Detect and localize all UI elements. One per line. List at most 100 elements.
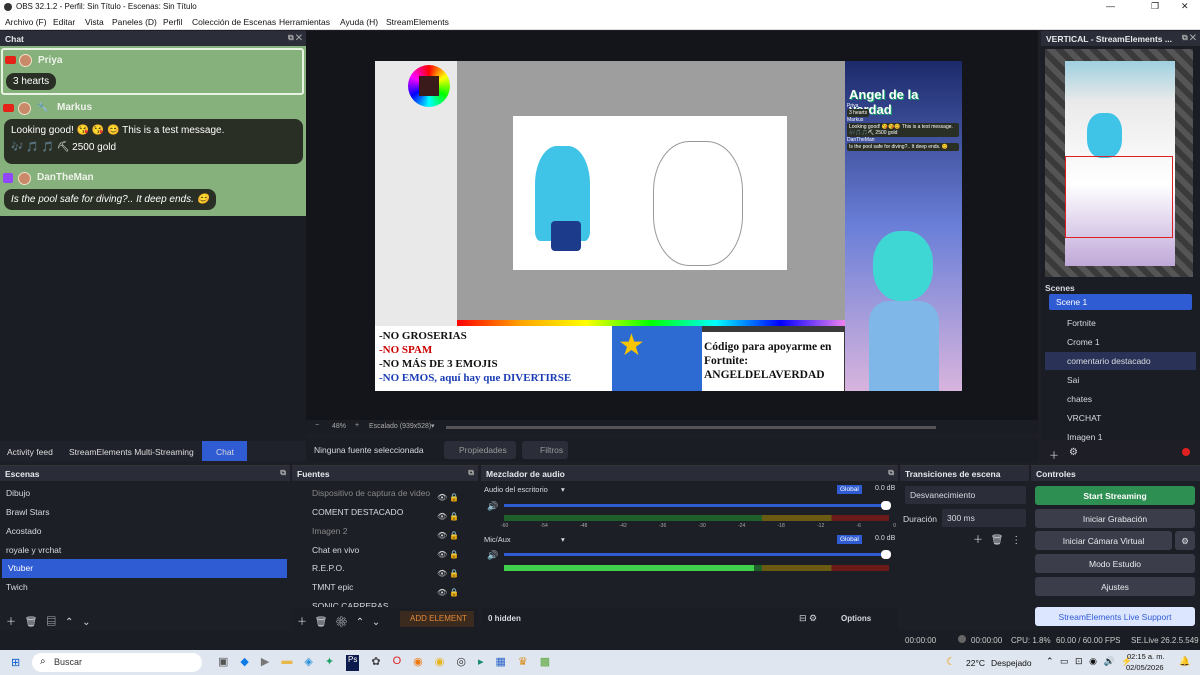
- zoom-out-button[interactable]: −: [315, 422, 319, 429]
- scene-item-selected[interactable]: Vtuber: [2, 559, 287, 578]
- scene-item[interactable]: Brawl Stars: [0, 503, 288, 521]
- scene-item[interactable]: royale y vrchat: [0, 541, 288, 559]
- obs-icon[interactable]: ◎: [456, 655, 466, 671]
- scene-controls[interactable]: ＋ 🗑 ▤ ⌃ ⌄: [6, 613, 91, 628]
- layout-icon[interactable]: ⊟ ⚙: [799, 613, 817, 624]
- transition-select[interactable]: Desvanecimiento: [905, 486, 1026, 504]
- scale-dropdown-icon[interactable]: ▾: [431, 422, 435, 430]
- transition-controls[interactable]: ＋ 🗑 ⋮: [973, 531, 1021, 546]
- app-icon[interactable]: ◈: [304, 655, 312, 671]
- gear-icon[interactable]: ⚙: [1069, 447, 1078, 458]
- dock-float-icon[interactable]: ⧉: [888, 468, 894, 478]
- clock-time[interactable]: 02:15 a. m.: [1127, 652, 1165, 661]
- settings-button[interactable]: Ajustes: [1035, 577, 1195, 596]
- weather-desc[interactable]: Despejado: [991, 658, 1032, 668]
- vertical-source-item[interactable]: chates: [1045, 390, 1196, 408]
- folder-icon[interactable]: ▬: [281, 655, 292, 671]
- menu-coleccion[interactable]: Colección de Escenas: [192, 17, 276, 27]
- tab-multistreaming[interactable]: StreamElements Multi-Streaming: [69, 447, 194, 457]
- properties-button[interactable]: Propiedades: [444, 441, 516, 459]
- source-item[interactable]: R.E.P.O.: [292, 559, 432, 577]
- channel-menu-icon[interactable]: ▾: [561, 535, 565, 544]
- maximize-button[interactable]: ❐: [1151, 1, 1159, 12]
- menu-streamelements[interactable]: StreamElements: [386, 17, 449, 27]
- volume-slider-handle[interactable]: [881, 550, 891, 559]
- vertical-source-item[interactable]: Sai: [1045, 371, 1196, 389]
- source-item[interactable]: Chat en vivo: [292, 541, 432, 559]
- menu-paneles[interactable]: Paneles (D): [112, 17, 157, 27]
- clock-date[interactable]: 02/05/2026: [1126, 663, 1164, 672]
- menu-perfil[interactable]: Perfil: [163, 17, 182, 27]
- add-element-button[interactable]: ADD ELEMENT: [400, 611, 474, 627]
- app-icon[interactable]: ▩: [540, 655, 550, 671]
- options-button[interactable]: Options: [841, 614, 871, 623]
- vertical-preview[interactable]: [1045, 49, 1193, 277]
- notification-icon[interactable]: 🔔: [1179, 656, 1190, 667]
- volume-slider[interactable]: [504, 504, 889, 507]
- source-item[interactable]: Imagen 2: [292, 522, 432, 540]
- scene-item[interactable]: Acostado: [0, 522, 288, 540]
- app-icon[interactable]: ♛: [518, 655, 528, 671]
- app-icon[interactable]: ▸: [478, 655, 484, 671]
- channel-menu-icon[interactable]: ▾: [561, 485, 565, 494]
- opera-icon[interactable]: O: [393, 655, 402, 671]
- taskbar-search[interactable]: Buscar: [32, 653, 202, 672]
- vertical-source-item[interactable]: Crome 1: [1045, 333, 1196, 351]
- vertical-source-item[interactable]: VRCHAT: [1045, 409, 1196, 427]
- live-support-button[interactable]: StreamElements Live Support: [1035, 607, 1195, 626]
- record-indicator-icon[interactable]: [1182, 448, 1190, 456]
- scene-item[interactable]: Twich: [0, 578, 288, 596]
- menu-editar[interactable]: Editar: [53, 17, 75, 27]
- vertical-source-item[interactable]: Fortnite: [1045, 314, 1196, 332]
- app-icon[interactable]: ✿: [371, 655, 380, 671]
- app-icon[interactable]: ▶: [261, 655, 269, 671]
- app-icon[interactable]: ✦: [325, 655, 334, 671]
- hidden-count[interactable]: 0 hidden: [488, 614, 521, 623]
- source-item[interactable]: SONIC CARRERAS: [292, 597, 432, 607]
- virtual-camera-settings-icon[interactable]: ⚙: [1175, 531, 1195, 550]
- dock-float-icon[interactable]: ⧉: [468, 468, 474, 478]
- source-item[interactable]: TMNT epic: [292, 578, 432, 596]
- add-icon[interactable]: ＋: [1049, 447, 1059, 462]
- app-icon[interactable]: ◆: [240, 655, 248, 671]
- zoom-in-button[interactable]: +: [355, 422, 359, 429]
- vertical-source-item[interactable]: comentario destacado: [1045, 352, 1196, 370]
- volume-slider[interactable]: [504, 553, 889, 556]
- source-controls[interactable]: ＋ 🗑 ⚙ ⌃ ⌄: [297, 613, 380, 628]
- minimize-button[interactable]: —: [1106, 1, 1115, 11]
- menu-archivo[interactable]: Archivo (F): [5, 17, 47, 27]
- volume-slider-handle[interactable]: [881, 501, 891, 510]
- menu-herramientas[interactable]: Herramientas: [279, 17, 330, 27]
- chrome-icon[interactable]: ◉: [435, 655, 445, 671]
- virtual-camera-button[interactable]: Iniciar Cámara Virtual: [1035, 531, 1172, 550]
- photoshop-icon[interactable]: Ps: [346, 655, 360, 671]
- preview-scrollbar[interactable]: [446, 426, 936, 429]
- dock-close-icon[interactable]: ⧉ ✕: [1182, 33, 1196, 43]
- dock-float-icon[interactable]: ⧉: [280, 468, 286, 478]
- taskbar-apps[interactable]: ▣ ◆ ▶ ▬ ◈ ✦ Ps ✿ O ◉ ◉ ◎ ▸ ▦ ♛ ▩: [218, 655, 698, 671]
- duration-input[interactable]: 300 ms: [942, 509, 1026, 527]
- selection-box[interactable]: [1065, 156, 1173, 238]
- scene-item[interactable]: Dibujo: [0, 484, 288, 502]
- start-streaming-button[interactable]: Start Streaming: [1035, 486, 1195, 505]
- tab-chat[interactable]: Chat: [202, 441, 247, 461]
- preview-canvas[interactable]: Angel de la verdad Priya 3 hearts Markus…: [375, 61, 962, 391]
- app-icon[interactable]: ▦: [496, 655, 506, 671]
- tab-activity-feed[interactable]: Activity feed: [7, 447, 53, 457]
- firefox-icon[interactable]: ◉: [413, 655, 423, 671]
- vertical-scene-item[interactable]: Scene 1: [1049, 294, 1192, 310]
- mic-icon[interactable]: 🔊: [487, 550, 498, 561]
- weather-temp[interactable]: 22°C: [966, 658, 985, 668]
- task-view-icon[interactable]: ▣: [218, 655, 228, 671]
- menu-ayuda[interactable]: Ayuda (H): [340, 17, 378, 27]
- vertical-source-item[interactable]: Imagen 1: [1045, 428, 1196, 446]
- studio-mode-button[interactable]: Modo Estudio: [1035, 554, 1195, 573]
- source-visibility-icons[interactable]: 👁 🔒 👁 🔒 👁 🔒 👁 🔒 👁 🔒 👁 🔒: [437, 488, 467, 602]
- menu-vista[interactable]: Vista: [85, 17, 104, 27]
- tray-icons[interactable]: ⌃ ▭ ⊡ ◉ 🔊 ⚡: [1046, 656, 1132, 667]
- close-button[interactable]: ✕: [1181, 1, 1189, 12]
- start-recording-button[interactable]: Iniciar Grabación: [1035, 509, 1195, 528]
- dock-close-icon[interactable]: ⧉ ✕: [288, 33, 302, 43]
- source-item[interactable]: COMENT DESTACADO: [292, 503, 432, 521]
- speaker-icon[interactable]: 🔊: [487, 501, 498, 512]
